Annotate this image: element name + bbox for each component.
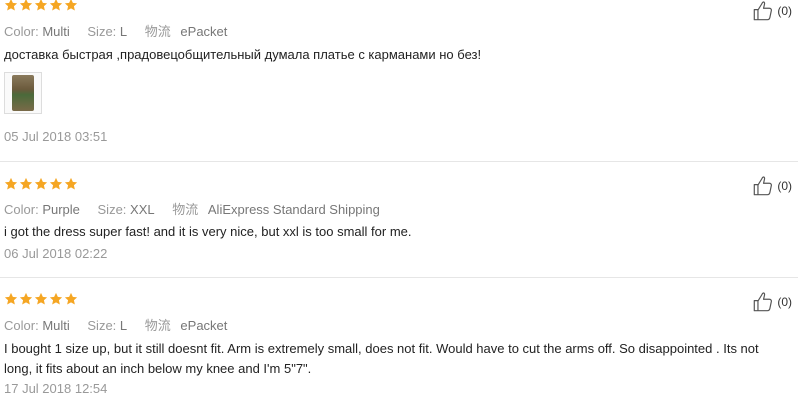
- review-text: доставка быстрая ,прадовецобщительный ду…: [4, 47, 482, 62]
- color-value: Multi: [42, 318, 70, 333]
- star-icon: [34, 177, 48, 191]
- helpful-vote[interactable]: (0): [752, 291, 792, 313]
- color-label: Color:: [4, 24, 39, 39]
- shipping-label: 物流: [144, 318, 171, 333]
- thumbs-up-icon[interactable]: [752, 291, 774, 313]
- star-icon: [4, 0, 18, 12]
- review-photo-thumbnail[interactable]: [4, 72, 42, 114]
- color-value: Purple: [42, 202, 80, 217]
- review-date: 17 Jul 2018 12:54: [4, 381, 108, 396]
- helpful-count: (0): [777, 4, 792, 18]
- size-value: L: [119, 318, 128, 333]
- star-icon: [49, 0, 63, 12]
- color-value: Multi: [42, 24, 70, 39]
- star-icon: [4, 177, 18, 191]
- shipping-value: ePacket: [180, 318, 228, 333]
- helpful-vote[interactable]: (0): [752, 0, 792, 22]
- review-date: 05 Jul 2018 03:51: [4, 129, 108, 144]
- review-attributes: Color: Multi Size: L 物流 ePacket: [4, 21, 227, 40]
- review-attributes: Color: Purple Size: XXL 物流 AliExpress St…: [4, 199, 380, 218]
- color-label: Color:: [4, 202, 39, 217]
- size-label: Size:: [87, 318, 117, 333]
- star-icon: [19, 177, 33, 191]
- dress-photo: [12, 75, 34, 111]
- star-icon: [64, 292, 78, 306]
- star-icon: [49, 292, 63, 306]
- shipping-value: ePacket: [180, 24, 228, 39]
- star-icon: [64, 177, 78, 191]
- review-date: 06 Jul 2018 02:22: [4, 246, 108, 261]
- shipping-value: AliExpress Standard Shipping: [207, 202, 380, 217]
- shipping-label: 物流: [144, 24, 171, 39]
- review-item: (0) Color: Purple Size: XXL 物流 AliExpres…: [0, 162, 800, 278]
- review-text: I bought 1 size up, but it still doesnt …: [4, 341, 759, 376]
- size-label: Size:: [97, 202, 127, 217]
- helpful-count: (0): [777, 295, 792, 309]
- star-icon: [19, 0, 33, 12]
- color-label: Color:: [4, 318, 39, 333]
- star-icon: [19, 292, 33, 306]
- size-value: L: [119, 24, 128, 39]
- star-icon: [34, 292, 48, 306]
- star-rating: [4, 0, 78, 14]
- helpful-count: (0): [777, 179, 792, 193]
- review-text: i got the dress super fast! and it is ve…: [4, 224, 412, 239]
- size-value: XXL: [130, 202, 155, 217]
- shipping-label: 物流: [172, 202, 199, 217]
- review-attributes: Color: Multi Size: L 物流 ePacket: [4, 315, 227, 334]
- review-item: (0) Color: Multi Size: L 物流 ePacket дост…: [0, 0, 800, 162]
- star-rating: [4, 292, 78, 308]
- thumbs-up-icon[interactable]: [752, 175, 774, 197]
- size-label: Size:: [87, 24, 117, 39]
- star-icon: [4, 292, 18, 306]
- star-icon: [64, 0, 78, 12]
- star-icon: [49, 177, 63, 191]
- helpful-vote[interactable]: (0): [752, 175, 792, 197]
- review-item: (0) Color: Multi Size: L 物流 ePacket I bo…: [0, 278, 800, 400]
- thumbs-up-icon[interactable]: [752, 0, 774, 22]
- star-rating: [4, 177, 78, 193]
- star-icon: [34, 0, 48, 12]
